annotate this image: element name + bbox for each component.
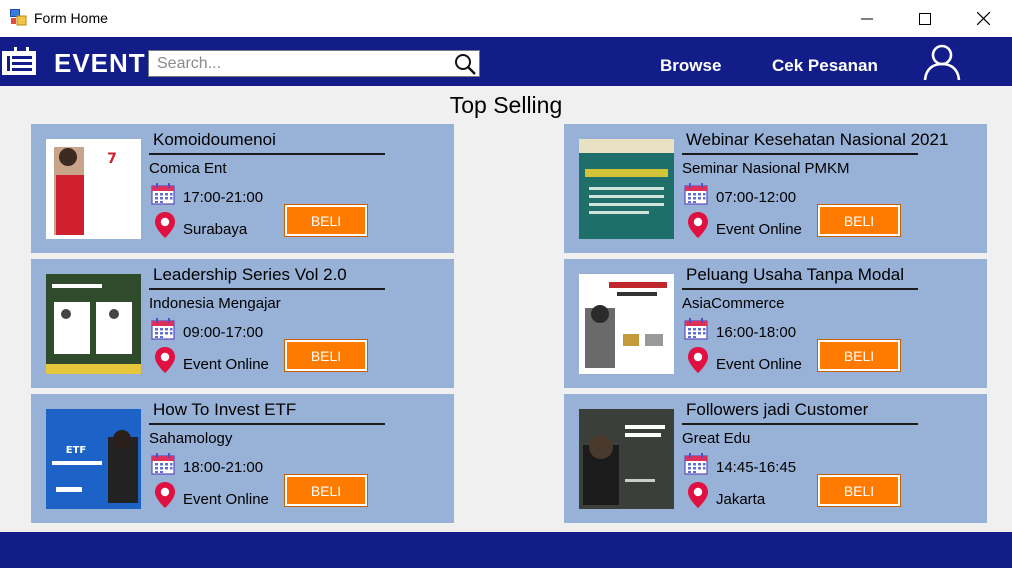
location-pin-icon xyxy=(155,212,175,238)
maximize-button[interactable] xyxy=(896,0,954,37)
event-time: 09:00-17:00 xyxy=(183,324,264,341)
event-time: 18:00-21:00 xyxy=(183,459,264,476)
event-poster-image[interactable] xyxy=(579,274,674,374)
event-poster-image[interactable] xyxy=(579,139,674,239)
search-icon[interactable] xyxy=(453,52,477,76)
svg-text:ETF: ETF xyxy=(66,445,86,456)
title-divider xyxy=(682,423,918,425)
minimize-icon xyxy=(861,18,873,19)
calendar-icon xyxy=(684,183,708,205)
maximize-icon xyxy=(919,12,931,25)
title-divider xyxy=(682,153,918,155)
event-organizer: AsiaCommerce xyxy=(682,295,785,312)
event-poster-image[interactable] xyxy=(579,409,674,509)
search-box xyxy=(148,50,480,77)
event-title[interactable]: Peluang Usaha Tanpa Modal xyxy=(686,265,904,285)
event-organizer: Sahamology xyxy=(149,430,233,447)
event-location: Event Online xyxy=(183,356,269,373)
event-time: 16:00-18:00 xyxy=(716,324,797,341)
event-title[interactable]: Komoidoumenoi xyxy=(153,130,276,150)
title-divider xyxy=(149,153,385,155)
event-organizer: Indonesia Mengajar xyxy=(149,295,281,312)
window-title: Form Home xyxy=(34,10,108,26)
title-divider xyxy=(682,288,918,290)
event-organizer: Seminar Nasional PMKM xyxy=(682,160,850,177)
event-poster-image[interactable]: 7 xyxy=(46,139,141,239)
calendar-icon xyxy=(151,453,175,475)
title-bar: Form Home xyxy=(0,0,1012,37)
header-nav: EVENT Browse Cek Pesanan xyxy=(0,37,1012,86)
event-card[interactable]: Leadership Series Vol 2.0 Indonesia Meng… xyxy=(31,259,454,388)
event-title[interactable]: Webinar Kesehatan Nasional 2021 xyxy=(686,130,948,150)
event-card[interactable]: Webinar Kesehatan Nasional 2021 Seminar … xyxy=(564,124,987,253)
event-poster-image[interactable] xyxy=(46,274,141,374)
location-pin-icon xyxy=(688,347,708,373)
event-title[interactable]: Followers jadi Customer xyxy=(686,400,868,420)
event-location: Event Online xyxy=(716,356,802,373)
calendar-icon xyxy=(684,318,708,340)
event-logo-icon xyxy=(2,47,36,75)
beli-button[interactable]: BELI xyxy=(818,205,900,236)
section-title: Top Selling xyxy=(449,92,563,118)
title-divider xyxy=(149,423,385,425)
beli-button[interactable]: BELI xyxy=(818,475,900,506)
event-location: Jakarta xyxy=(716,491,766,508)
calendar-icon xyxy=(151,183,175,205)
beli-button[interactable]: BELI xyxy=(818,340,900,371)
event-card[interactable]: Followers jadi Customer Great Edu 14:45-… xyxy=(564,394,987,523)
title-divider xyxy=(149,288,385,290)
logo-text: EVENT xyxy=(54,48,146,78)
footer-bar xyxy=(0,532,1012,568)
minimize-button[interactable] xyxy=(838,0,896,37)
event-poster-image[interactable]: ETF xyxy=(46,409,141,509)
event-card[interactable]: ETF How To Invest ETF Sahamology 18:00-2… xyxy=(31,394,454,523)
calendar-icon xyxy=(684,453,708,475)
beli-button[interactable]: BELI xyxy=(285,475,367,506)
location-pin-icon xyxy=(155,482,175,508)
beli-button[interactable]: BELI xyxy=(285,340,367,371)
close-button[interactable] xyxy=(954,0,1012,37)
location-pin-icon xyxy=(688,212,708,238)
event-location: Event Online xyxy=(716,221,802,238)
event-title[interactable]: How To Invest ETF xyxy=(153,400,296,420)
event-organizer: Great Edu xyxy=(682,430,751,447)
nav-cek-pesanan[interactable]: Cek Pesanan xyxy=(772,56,878,76)
event-card[interactable]: Peluang Usaha Tanpa Modal AsiaCommerce 1… xyxy=(564,259,987,388)
location-pin-icon xyxy=(155,347,175,373)
user-icon[interactable] xyxy=(922,43,962,81)
event-time: 07:00-12:00 xyxy=(716,189,797,206)
svg-text:7: 7 xyxy=(107,151,117,167)
calendar-icon xyxy=(151,318,175,340)
event-location: Surabaya xyxy=(183,221,248,238)
app-icon xyxy=(10,9,27,26)
event-title[interactable]: Leadership Series Vol 2.0 xyxy=(153,265,347,285)
event-card[interactable]: 7 Komoidoumenoi Comica Ent 17:00-21:00 S… xyxy=(31,124,454,253)
nav-browse[interactable]: Browse xyxy=(660,56,721,76)
close-icon xyxy=(976,12,990,25)
event-time: 14:45-16:45 xyxy=(716,459,797,476)
beli-button[interactable]: BELI xyxy=(285,205,367,236)
event-organizer: Comica Ent xyxy=(149,160,227,177)
search-input[interactable] xyxy=(149,51,449,76)
event-time: 17:00-21:00 xyxy=(183,189,264,206)
event-location: Event Online xyxy=(183,491,269,508)
location-pin-icon xyxy=(688,482,708,508)
